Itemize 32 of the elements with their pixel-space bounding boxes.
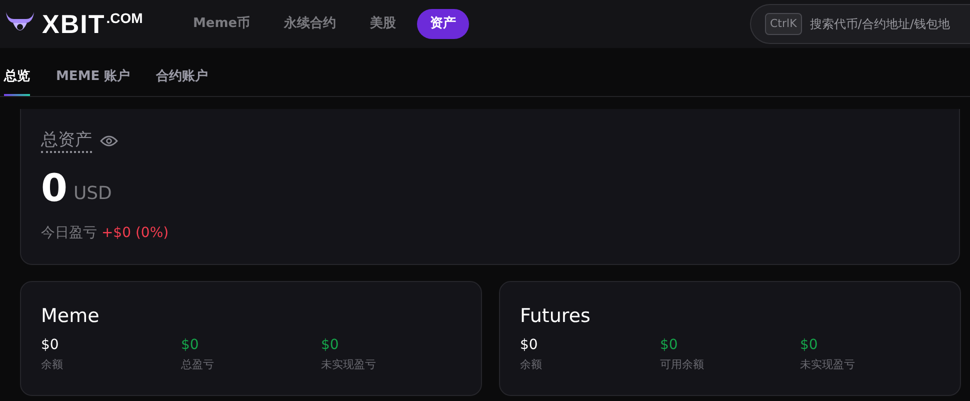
stat-label: 总盈亏	[181, 357, 215, 374]
stat-label: 未实现盈亏	[321, 357, 377, 374]
stat-value: $0	[41, 336, 60, 354]
stat-value: $0	[520, 336, 539, 354]
logo-text: XBIT	[42, 11, 106, 37]
pnl-label: 今日盈亏	[41, 225, 97, 242]
stat-label: 余额	[41, 357, 64, 374]
account-tab[interactable]: 总览	[4, 66, 30, 96]
stat-label: 余额	[520, 357, 543, 374]
nav-tab[interactable]: Meme币	[180, 9, 264, 39]
search-bar[interactable]: CtrlK 搜索代币/合约地址/钱包地	[750, 4, 970, 44]
shortcut-key: CtrlK	[765, 12, 802, 36]
account-title: Meme	[41, 304, 100, 329]
total-amount: 0	[41, 169, 68, 208]
logo-suffix: .COM	[106, 8, 143, 28]
stat-value: $0	[660, 336, 679, 354]
nav-tab[interactable]: 永续合约	[271, 9, 350, 39]
stat-value: $0	[181, 336, 200, 354]
account-title: Futures	[520, 304, 592, 329]
account-tab[interactable]: MEME 账户	[56, 66, 130, 96]
account-tab[interactable]: 合约账户	[156, 66, 208, 96]
nav-tab[interactable]: 资产	[417, 9, 470, 39]
stat-value: $0	[800, 336, 819, 354]
pnl-value: +$0 (0%)	[101, 225, 169, 242]
currency-label: USD	[73, 182, 112, 206]
stat-label: 未实现盈亏	[800, 357, 856, 374]
stat-label: 可用余额	[660, 357, 705, 374]
stat-value: $0	[321, 336, 340, 354]
search-field[interactable]: 搜索代币/合约地址/钱包地	[810, 15, 970, 33]
total-assets-label: 总资产	[41, 129, 92, 154]
eye-icon[interactable]	[100, 135, 118, 148]
nav-tab[interactable]: 美股	[357, 9, 410, 39]
